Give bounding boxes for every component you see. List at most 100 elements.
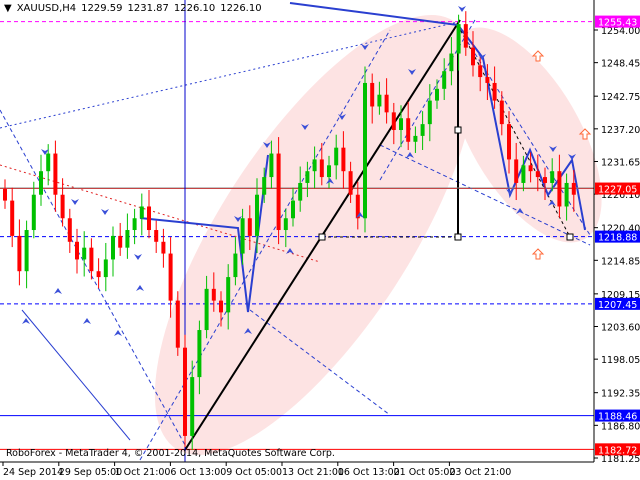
candle-bear xyxy=(463,24,468,48)
fractal-up-arrow-icon xyxy=(54,288,62,294)
candle-bull xyxy=(190,377,195,436)
candle-bull xyxy=(240,218,245,254)
open-price: 1229.59 xyxy=(81,3,123,14)
candle-bear xyxy=(370,82,375,107)
candle-bear xyxy=(219,300,223,313)
price-tick-label: 1231.65 xyxy=(601,157,640,168)
candle-bear xyxy=(319,159,324,178)
time-tick-label: 29 Sep 05:00 xyxy=(59,467,122,478)
fractal-down-arrow-icon xyxy=(458,6,466,12)
candle-bear xyxy=(341,147,346,172)
candle-bull xyxy=(334,147,339,166)
candle-bull xyxy=(449,53,454,72)
candle-bear xyxy=(75,241,79,260)
candle-bear xyxy=(53,153,58,195)
candle-bear xyxy=(348,171,353,195)
price-tick-label: 1237.20 xyxy=(601,125,640,136)
candle-bull xyxy=(283,218,288,231)
fractal-up-arrow-icon xyxy=(136,285,144,291)
time-tick-label: 16 Oct 13:00 xyxy=(338,467,400,478)
candle-bear xyxy=(557,171,562,207)
high-price: 1231.87 xyxy=(127,3,169,14)
candle-bear xyxy=(60,194,65,219)
price-tick-label: 1248.45 xyxy=(601,59,640,70)
candle-bear xyxy=(535,171,540,178)
candle-bull xyxy=(312,159,317,172)
price-tick-label: 1186.80 xyxy=(601,421,640,432)
chart-header: ▼ XAUUSD,H4 1229.59 1231.87 1226.10 1226.10 xyxy=(4,3,267,14)
chart-window: 1254.00 1248.45 1242.75 1237.20 1231.65 1226.… xyxy=(0,0,640,480)
candle-bull xyxy=(521,165,526,183)
anchor-square[interactable] xyxy=(566,233,574,241)
candle-bear xyxy=(471,47,475,66)
fractal-up-arrow-icon xyxy=(114,330,122,336)
candle-bull xyxy=(262,177,267,195)
time-tick-label: 13 Oct 21:00 xyxy=(282,467,344,478)
candle-bull xyxy=(435,88,439,101)
level-price-label: 1188.46 xyxy=(598,412,637,423)
price-tick-label: 1198.05 xyxy=(601,355,640,366)
price-tick-label: 1192.35 xyxy=(601,389,640,400)
candle-bull xyxy=(399,118,403,131)
candle-bull xyxy=(413,135,418,142)
level-price-label: 1227.05 xyxy=(598,185,637,196)
time-tick-label: 9 Oct 05:00 xyxy=(226,467,282,478)
candle-bull xyxy=(564,182,569,207)
candle-bull xyxy=(327,165,331,178)
price-tick-label: 1214.85 xyxy=(601,256,640,267)
fractal-down-arrow-icon xyxy=(134,254,142,260)
anchor-square[interactable] xyxy=(454,126,462,134)
candle-bull xyxy=(46,153,51,172)
price-tick-label: 1203.60 xyxy=(601,323,640,334)
candle-bear xyxy=(543,177,547,183)
candle-bear xyxy=(507,124,511,160)
candle-bear xyxy=(147,206,151,231)
candle-bear xyxy=(154,230,159,242)
fractal-up-arrow-icon xyxy=(83,318,91,324)
candle-bear xyxy=(478,65,483,78)
candle-bull xyxy=(82,247,87,260)
candle-bull xyxy=(363,82,367,219)
candle-bear xyxy=(118,235,123,248)
time-tick-label: 21 Oct 05:00 xyxy=(394,467,456,478)
candle-bear xyxy=(183,347,187,436)
symbol-label: XAUUSD,H4 xyxy=(16,3,77,14)
candle-bear xyxy=(17,235,22,272)
candle-bear xyxy=(67,218,72,242)
candle-bear xyxy=(499,100,504,125)
dropdown-triangle-icon[interactable]: ▼ xyxy=(4,3,12,14)
candle-bear xyxy=(96,271,101,278)
target-up-arrow-icon xyxy=(531,248,545,260)
time-tick-label: 1 Oct 21:00 xyxy=(115,467,171,478)
candle-bull xyxy=(427,100,432,125)
time-tick-label: 24 Sep 2014 xyxy=(3,467,63,478)
level-price-label: 1182.72 xyxy=(598,445,637,456)
candle-bear xyxy=(10,200,15,236)
candle-bear xyxy=(485,77,490,83)
candle-bull xyxy=(103,259,108,278)
price-chart[interactable]: 1254.001248.451242.751237.201231.651226.… xyxy=(0,0,640,480)
close-price: 1226.10 xyxy=(220,3,262,14)
candle-bull xyxy=(291,200,295,219)
level-price-label: 1255.43 xyxy=(598,18,637,29)
candle-bull xyxy=(456,24,461,54)
candle-bear xyxy=(89,247,94,272)
candle-bull xyxy=(197,330,202,378)
channel-solid-left xyxy=(21,309,131,441)
candle-bull xyxy=(420,124,425,136)
candle-bear xyxy=(161,241,166,254)
level-price-label: 1207.45 xyxy=(598,300,637,311)
low-price: 1226.10 xyxy=(173,3,216,14)
anchor-square[interactable] xyxy=(454,233,462,241)
time-tick-label: 23 Oct 21:00 xyxy=(449,467,511,478)
candle-bull xyxy=(31,194,36,231)
candle-bull xyxy=(204,288,209,331)
anchor-square[interactable] xyxy=(318,233,326,241)
candle-bear xyxy=(391,112,396,131)
candle-bull xyxy=(550,171,555,183)
time-tick-label: 6 Oct 13:00 xyxy=(170,467,226,478)
candle-bull xyxy=(233,253,238,278)
candle-bull xyxy=(298,182,303,201)
candle-bull xyxy=(132,218,137,231)
candle-bear xyxy=(168,253,173,301)
